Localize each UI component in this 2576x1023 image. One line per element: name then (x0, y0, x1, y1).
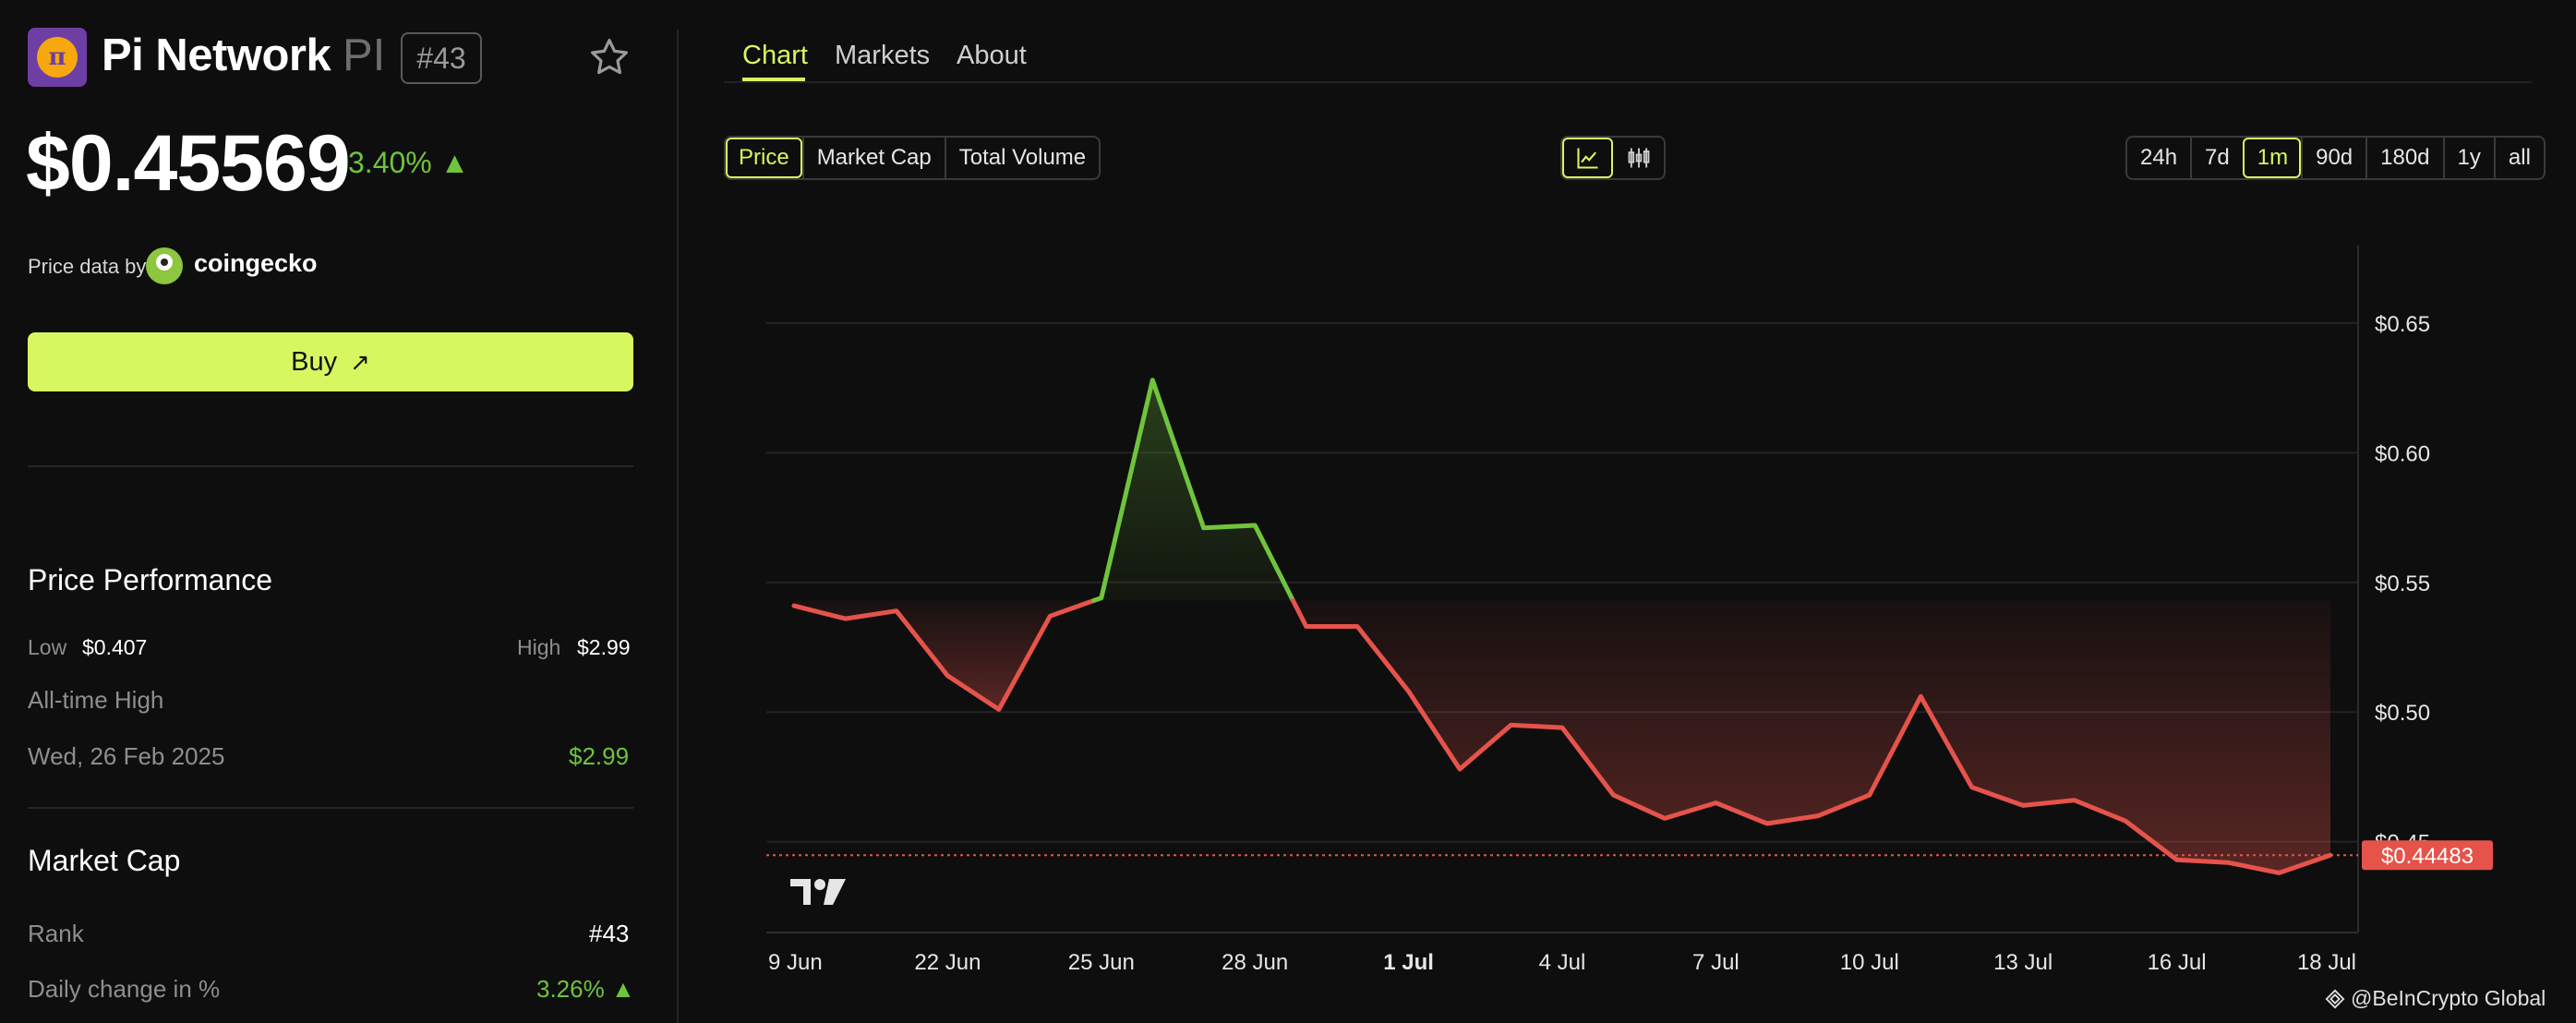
current-price: $0.45569 (26, 119, 351, 208)
y-tick-label: $0.55 (2375, 572, 2430, 596)
metric-market-cap[interactable]: Market Cap (801, 138, 945, 178)
ath-label: All-time High (28, 686, 164, 714)
pi-network-logo: π (28, 28, 87, 87)
arrow-up-right-icon: ↗ (350, 347, 370, 376)
range-1m[interactable]: 1m (2242, 138, 2302, 178)
rank-badge: #43 (401, 32, 482, 84)
x-tick-label: 4 Jul (1539, 950, 1586, 975)
tab-about[interactable]: About (957, 41, 1027, 71)
rank-label: Rank (28, 920, 84, 947)
area-below-baseline (1293, 600, 2330, 873)
divider (28, 807, 633, 809)
x-tick-label: 13 Jul (1993, 950, 2052, 975)
beincrypto-icon (2325, 989, 2345, 1008)
tradingview-logo (790, 879, 846, 905)
x-tick-label: 9 Jun (768, 950, 823, 975)
coingecko-name[interactable]: coingecko (194, 249, 318, 278)
tab-markets[interactable]: Markets (835, 41, 930, 71)
x-tick-label: 10 Jul (1840, 950, 1899, 975)
y-tick-label: $0.65 (2375, 312, 2430, 337)
range-180d[interactable]: 180d (2365, 138, 2442, 178)
y-tick-label: $0.60 (2375, 441, 2430, 466)
price-data-label: Price data by (28, 255, 147, 278)
daily-change-value: 3.26% ▲ (536, 975, 635, 1003)
candlestick-icon[interactable] (1613, 138, 1664, 178)
y-tick-label: $0.50 (2375, 701, 2430, 726)
x-tick-label: 25 Jun (1068, 950, 1135, 975)
price-chart[interactable]: 9 Jun 22 Jun 25 Jun 28 Jun 1 Jul 4 Jul 7 Jul 10… (724, 240, 2570, 997)
buy-button[interactable]: Buy ↗ (28, 332, 633, 391)
metric-price[interactable]: Price (726, 138, 802, 178)
range-selector: 24h 7d 1m 90d 180d 1y all (2125, 136, 2546, 180)
tab-chart[interactable]: Chart (742, 41, 808, 71)
ath-date: Wed, 26 Feb 2025 (28, 742, 225, 770)
price-change: 3.40% ▲ (348, 146, 470, 179)
range-1y[interactable]: 1y (2442, 138, 2494, 178)
coin-name: Pi Network (102, 30, 331, 80)
star-icon[interactable] (587, 35, 632, 79)
market-cap-title: Market Cap (28, 844, 181, 877)
ath-value: $2.99 (569, 742, 630, 770)
panel-divider (677, 30, 679, 1023)
x-tick-label: 16 Jul (2148, 950, 2207, 975)
range-24h[interactable]: 24h (2127, 138, 2190, 178)
tabs-divider (724, 81, 2532, 83)
metric-total-volume[interactable]: Total Volume (944, 138, 1099, 178)
x-tick-label: 7 Jul (1692, 950, 1739, 975)
range-all[interactable]: all (2493, 138, 2544, 178)
low-value: $0.407 (82, 635, 148, 659)
watermark: @BeInCrypto Global (2325, 986, 2546, 1011)
line-chart-icon[interactable] (1562, 138, 1613, 178)
pi-icon: π (37, 37, 78, 78)
high-value: $2.99 (577, 635, 631, 659)
current-price-label: $0.44483 (2381, 844, 2474, 869)
rank-value: #43 (589, 920, 630, 947)
low-label: Low (28, 635, 67, 659)
coin-symbol: PI (343, 30, 386, 80)
x-tick-label: 1 Jul (1383, 950, 1434, 975)
divider (28, 465, 633, 467)
x-tick-label: 28 Jun (1222, 950, 1288, 975)
range-90d[interactable]: 90d (2301, 138, 2365, 178)
buy-label: Buy (291, 346, 338, 377)
x-tick-label: 18 Jul (2297, 950, 2356, 975)
price-performance-title: Price Performance (28, 563, 272, 596)
x-tick-label: 22 Jun (914, 950, 981, 975)
metric-toggle: Price Market Cap Total Volume (724, 136, 1101, 180)
watermark-text: @BeInCrypto Global (2351, 986, 2546, 1010)
coin-sidebar: π Pi Network PI #43 $0.45569 3.40% ▲ Pri… (0, 0, 678, 1023)
chart-type-toggle (1560, 136, 1666, 180)
range-7d[interactable]: 7d (2190, 138, 2243, 178)
daily-change-label: Daily change in % (28, 975, 221, 1003)
area-above-baseline (1093, 379, 1294, 601)
coingecko-icon (146, 247, 183, 284)
high-label: High (517, 635, 561, 659)
